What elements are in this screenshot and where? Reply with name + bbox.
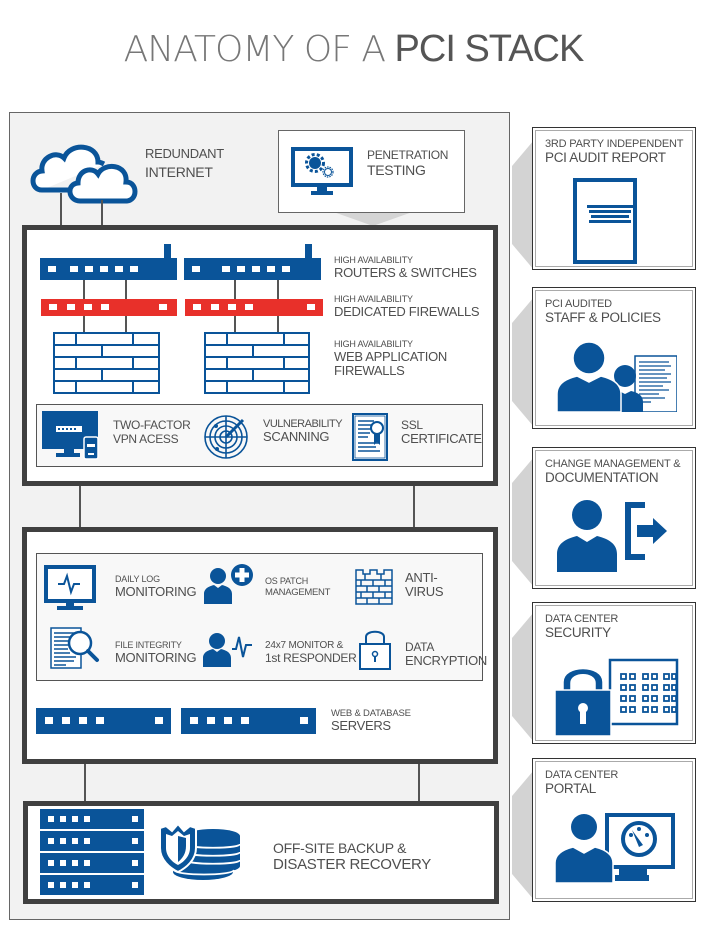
report-document-icon (573, 178, 637, 264)
backup-label: OFF-SITE BACKUP & DISASTER RECOVERY (273, 840, 431, 873)
server-services-panel: DAILY LOG MONITORING OS PATCH MANAGEMENT (36, 553, 487, 681)
encryption-label: DATA ENCRYPTION (405, 640, 487, 668)
card-label: DATA CENTER SECURITY (545, 613, 619, 640)
link-line (83, 316, 85, 332)
firewall-appliance-icon (185, 299, 323, 316)
web-server-icon (36, 708, 171, 734)
side-card-change-management: CHANGE MANAGEMENT & DOCUMENTATION (532, 447, 696, 589)
cloud-icon (28, 138, 140, 206)
ssl-label: SSL CERTIFICATE (401, 418, 482, 446)
monitor-gears-icon (291, 147, 355, 197)
card-connector (512, 297, 534, 427)
layer-link-line (418, 764, 420, 802)
user-plus-icon (202, 564, 254, 604)
routers-label: HIGH AVAILABILITY ROUTERS & SWITCHES (334, 255, 477, 280)
side-card-audit-report: 3RD PARTY INDEPENDENT PCI AUDIT REPORT (532, 127, 696, 270)
card-label: 3RD PARTY INDEPENDENT PCI AUDIT REPORT (545, 138, 684, 165)
network-services-panel: TWO-FACTOR VPN ACESS VULNERABILITY SCANN… (36, 404, 483, 467)
internet-link-line (60, 193, 62, 225)
server-rack-icon (40, 809, 144, 897)
certificate-icon (352, 413, 388, 461)
card-label: DATA CENTER PORTAL (545, 769, 619, 796)
waf-wall-icon (204, 332, 310, 394)
router-icon (184, 244, 321, 280)
link-line (125, 316, 127, 332)
backup-layer-box: OFF-SITE BACKUP & DISASTER RECOVERY (23, 801, 499, 904)
waf-wall-icon (53, 332, 160, 394)
heartbeat-monitor-icon (44, 565, 96, 611)
side-card-staff-policies: PCI AUDITED STAFF & POLICIES (532, 287, 696, 429)
card-connector (512, 140, 534, 270)
user-dashboard-icon (555, 813, 677, 883)
title-bold: PCI STACK (394, 28, 585, 70)
card-connector (512, 612, 534, 742)
link-line (83, 280, 85, 299)
card-connector (512, 770, 534, 900)
link-line (234, 316, 236, 332)
link-line (125, 280, 127, 299)
servers-label: WEB & DATABASE SERVERS (331, 708, 411, 733)
staff-policies-icon (555, 340, 677, 412)
user-heartbeat-icon (202, 631, 254, 667)
vuln-scan-label: VULNERABILITY SCANNING (263, 418, 343, 444)
file-integrity-label: FILE INTEGRITY MONITORING (115, 640, 197, 665)
datacenter-lock-icon (553, 658, 679, 738)
card-label: CHANGE MANAGEMENT & DOCUMENTATION (545, 458, 681, 485)
firewalls-label: HIGH AVAILABILITY DEDICATED FIREWALLS (334, 294, 480, 319)
side-card-datacenter-portal: DATA CENTER PORTAL (532, 758, 696, 902)
server-layer-box: DAILY LOG MONITORING OS PATCH MANAGEMENT (22, 527, 498, 764)
router-icon (40, 244, 177, 280)
pentest-box: PENETRATION TESTING (278, 130, 465, 213)
antivirus-label: ANTI- VIRUS (405, 570, 444, 599)
internet-label: REDUNDANT INTERNET (145, 146, 224, 180)
pentest-label: PENETRATION TESTING (367, 148, 449, 178)
link-line (277, 280, 279, 299)
log-monitoring-label: DAILY LOG MONITORING (115, 574, 197, 599)
waf-label: HIGH AVAILABILITY WEB APPLICATION FIREWA… (334, 339, 448, 378)
brick-wall-icon (355, 569, 393, 605)
link-line (234, 280, 236, 299)
vpn-monitor-icon (42, 411, 102, 461)
link-line (277, 316, 279, 332)
page-title: ANATOMY OF A PCI STACK (0, 28, 707, 71)
vpn-label: TWO-FACTOR VPN ACESS (113, 418, 191, 446)
database-server-icon (181, 708, 316, 734)
card-label: PCI AUDITED STAFF & POLICIES (545, 298, 661, 325)
radar-icon (203, 414, 249, 460)
file-search-icon (50, 627, 100, 673)
firewall-appliance-icon (41, 299, 177, 316)
title-light: ANATOMY OF A (123, 29, 386, 70)
shield-database-icon (158, 824, 244, 884)
responder-label: 24x7 MONITOR & 1st RESPONDER (265, 640, 357, 665)
layer-link-line (79, 486, 81, 528)
padlock-icon (359, 626, 391, 670)
side-card-datacenter-security: DATA CENTER SECURITY (532, 602, 696, 744)
layer-link-line (413, 486, 415, 528)
os-patch-label: OS PATCH MANAGEMENT (265, 576, 331, 598)
user-exit-icon (557, 498, 673, 572)
layer-link-line (84, 764, 86, 802)
internet-link-line (101, 200, 103, 225)
card-connector (512, 457, 534, 587)
network-layer-box: HIGH AVAILABILITY ROUTERS & SWITCHES HIG… (22, 225, 498, 486)
